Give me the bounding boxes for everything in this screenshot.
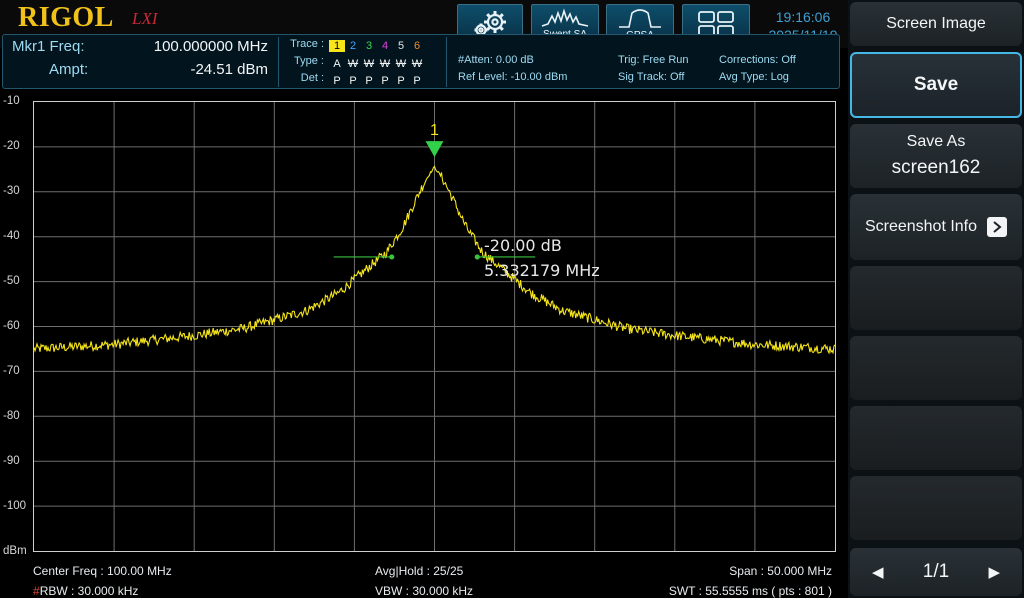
trace-1-button[interactable]: 1: [329, 40, 345, 52]
empty-softkey[interactable]: [850, 336, 1022, 400]
trace-2-button[interactable]: 2: [345, 40, 361, 52]
empty-softkey[interactable]: [850, 476, 1022, 540]
trace-type-label: Type :: [294, 55, 324, 67]
divider: [278, 37, 279, 87]
trace-det: P: [413, 75, 421, 87]
lxi-logo: LXI: [132, 9, 158, 28]
trig-status: Trig: Free Run: [618, 54, 689, 66]
next-page-icon[interactable]: ▶: [988, 563, 1000, 581]
y-tick-label: -60: [3, 320, 20, 332]
spectrum-svg: 1: [34, 102, 835, 551]
trace-det: P: [365, 75, 373, 87]
ndb-value: -20.00 dB: [484, 236, 562, 255]
prev-page-icon[interactable]: ◀: [872, 563, 884, 581]
atten-status: #Atten: 0.00 dB: [458, 54, 534, 66]
trace-det: P: [333, 75, 341, 87]
trace-detectors: PPPPPP: [329, 71, 425, 89]
span[interactable]: Span : 50.000 MHz: [600, 564, 832, 578]
trace-6-button[interactable]: 6: [409, 40, 425, 52]
empty-softkey[interactable]: [850, 406, 1022, 470]
trace-4-button[interactable]: 4: [377, 40, 393, 52]
spectrum-plot[interactable]: 1 -20.00 dB 5.332179 MHz: [33, 101, 836, 552]
empty-softkey[interactable]: [850, 266, 1022, 330]
ref-level-status: Ref Level: -10.00 dBm: [458, 71, 568, 83]
time: 19:16:06: [775, 9, 831, 25]
avg-hold: Avg|Hold : 25/25: [375, 564, 464, 578]
rigol-logo: RIGOL: [18, 2, 114, 33]
save-as-filename: screen162: [891, 157, 981, 178]
screenshot-info-button[interactable]: Screenshot Info: [850, 194, 1022, 260]
y-tick-label: -80: [3, 410, 20, 422]
marker-ampt-label: Ampt:: [49, 61, 89, 78]
rbw-value: RBW : 30.000 kHz: [39, 584, 139, 598]
y-axis-unit: dBm: [3, 545, 27, 557]
y-tick-label: -90: [3, 455, 20, 467]
y-tick-label: -30: [3, 185, 20, 197]
trace-numbers: 123456: [329, 36, 425, 54]
ndb-left-point: [389, 254, 395, 260]
y-tick-label: -100: [3, 500, 27, 512]
center-freq[interactable]: Center Freq : 100.00 MHz: [33, 564, 172, 578]
graticule-grid: [34, 102, 835, 551]
marker-1-triangle[interactable]: [425, 141, 444, 158]
swept-sa-icon: [541, 8, 589, 27]
trace-det-label: Det :: [300, 72, 324, 84]
vbw[interactable]: VBW : 30.000 kHz: [375, 584, 473, 598]
marker-freq-value: 100.000000 MHz: [153, 38, 268, 55]
menu-title-screen-image: Screen Image: [850, 2, 1022, 46]
save-button[interactable]: Save: [850, 52, 1022, 118]
y-tick-label: -20: [3, 140, 20, 152]
page-navigator: ◀ 1/1 ▶: [850, 548, 1022, 596]
trace-type: W: [363, 58, 375, 70]
sig-track-status: Sig Track: Off: [618, 71, 685, 83]
trace-det: P: [397, 75, 405, 87]
chevron-right-icon: [987, 217, 1008, 237]
trace-types: AWWWWW: [329, 54, 425, 72]
y-tick-label: -40: [3, 230, 20, 242]
gpsa-icon: [619, 9, 661, 28]
marker-ampt-value: -24.51 dBm: [190, 61, 268, 78]
marker-freq-label: Mkr1 Freq:: [12, 38, 85, 55]
trace-label: Trace :: [290, 38, 324, 50]
divider: [446, 37, 447, 87]
save-as-label: Save As: [906, 133, 966, 150]
y-tick-label: -70: [3, 365, 20, 377]
trace-type: A: [333, 58, 341, 70]
ndb-right-point: [474, 254, 480, 260]
trace-type: W: [347, 58, 359, 70]
marker-1-label: 1: [430, 122, 439, 139]
softkey-menu: Screen Image Save Save As screen162 Scre…: [848, 0, 1024, 598]
trace-3-button[interactable]: 3: [361, 40, 377, 52]
avg-type-status: Avg Type: Log: [719, 71, 789, 83]
rbw[interactable]: #RBW : 30.000 kHz: [33, 584, 138, 598]
trace-det: P: [349, 75, 357, 87]
y-tick-label: -50: [3, 275, 20, 287]
trace-det: P: [381, 75, 389, 87]
y-tick-label: -10: [3, 95, 20, 107]
trace-type: W: [379, 58, 391, 70]
sweep-time[interactable]: SWT : 55.5555 ms ( pts : 801 ): [560, 584, 832, 598]
rbw-manual-mark: #: [33, 584, 40, 598]
trace-5-button[interactable]: 5: [393, 40, 409, 52]
ndb-bandwidth: 5.332179 MHz: [484, 261, 600, 280]
page-indicator: 1/1: [922, 561, 950, 582]
screenshot-info-label: Screenshot Info: [864, 218, 978, 235]
trace-type: W: [395, 58, 407, 70]
corrections-status: Corrections: Off: [719, 54, 796, 66]
save-as-button[interactable]: Save As screen162: [850, 124, 1022, 188]
trace-type: W: [411, 58, 423, 70]
